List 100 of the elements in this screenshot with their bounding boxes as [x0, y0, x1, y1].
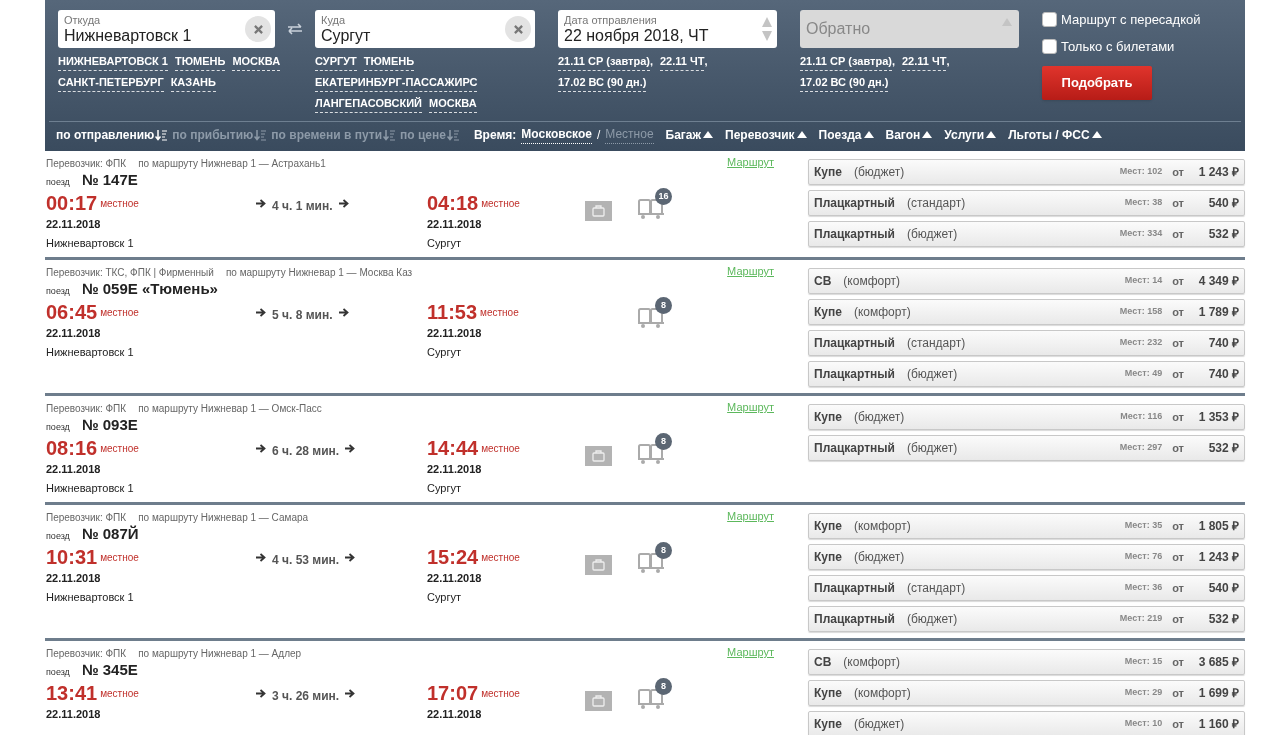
car-class: (бюджет) [906, 366, 959, 383]
carrier-text: Перевозчик: ТКС, ФПК | Фирменный [46, 266, 214, 280]
from-text: от [1172, 164, 1184, 180]
car-class: (стандарт) [906, 580, 967, 597]
tariff-card[interactable]: Купе (бюджет) Мест: 116 от 1 353 ₽ [808, 404, 1245, 430]
car-class: (бюджет) [906, 226, 959, 243]
tariff-card[interactable]: Купе (комфорт) Мест: 35 от 1 805 ₽ [808, 513, 1245, 539]
tariff-card[interactable]: Купе (бюджет) Мест: 102 от 1 243 ₽ [808, 159, 1245, 185]
swap-icon [287, 23, 303, 35]
text-field[interactable]: Откуда Нижневартовск 1 [58, 10, 275, 48]
seats-count: Мест: 334 [1119, 227, 1163, 241]
arrow-icon [256, 553, 266, 562]
tariff-card[interactable]: Купе (комфорт) Мест: 29 от 1 699 ₽ [808, 680, 1245, 706]
sort-icon [383, 128, 397, 141]
tariff-card[interactable]: СВ (комфорт) Мест: 14 от 4 349 ₽ [808, 268, 1245, 294]
route-text: по маршруту Нижневар 1 — Астрахань1 [138, 157, 326, 171]
car-type: Плацкартный [814, 611, 895, 628]
arrow-icon [256, 308, 266, 317]
suggestion-link[interactable]: 17.02 ВС (90 дн.) [800, 74, 889, 92]
price-text: 3 685 ₽ [1197, 654, 1239, 671]
suggestion-link[interactable]: МОСКВА [232, 53, 281, 71]
clear-button[interactable] [245, 16, 271, 42]
suggestion-link[interactable]: 21.11 СР (завтра) [800, 53, 892, 71]
duration-text: 4 ч. 1 мин. [272, 198, 333, 215]
seats-count: Мест: 297 [1119, 441, 1163, 455]
filter-dropdown[interactable]: Вагон [885, 125, 933, 144]
station-name: Нижневартовск 1 [46, 344, 135, 360]
from-text: от [1172, 654, 1184, 670]
sort-icon [155, 128, 169, 141]
price-text: 1 789 ₽ [1197, 304, 1239, 321]
arrow-icon [338, 199, 349, 208]
field-value: 22 ноября 2018, ЧТ [564, 27, 710, 44]
baggage-icon [585, 691, 612, 711]
suggestion-link[interactable]: 22.11 ЧТ [902, 53, 947, 71]
time-option[interactable]: Московское [521, 125, 592, 144]
suggestion-link[interactable]: 21.11 СР (завтра) [558, 53, 650, 71]
car-type: Плацкартный [814, 366, 895, 383]
car-class: (бюджет) [853, 716, 906, 733]
tariff-card[interactable]: Плацкартный (стандарт) Мест: 232 от 740 ₽ [808, 330, 1245, 356]
suggestion-link[interactable]: ЕКАТЕРИНБУРГ-ПАССАЖИРС [315, 74, 478, 92]
price-text: 740 ₽ [1207, 335, 1239, 352]
suggestion-link[interactable]: 17.02 ВС (90 дн.) [558, 74, 647, 92]
route-text: по маршруту Нижневар 1 — Адлер [138, 647, 302, 661]
tariff-card[interactable]: Плацкартный (стандарт) Мест: 38 от 540 ₽ [808, 190, 1245, 216]
tariff-card[interactable]: Плацкартный (бюджет) Мест: 49 от 740 ₽ [808, 361, 1245, 387]
seats-count: Мест: 76 [1124, 550, 1163, 564]
filter-dropdown[interactable]: Льготы / ФСС [1008, 125, 1102, 144]
tariff-card[interactable]: Плацкартный (бюджет) Мест: 334 от 532 ₽ [808, 221, 1245, 247]
tariff-card[interactable]: Купе (бюджет) Мест: 76 от 1 243 ₽ [808, 544, 1245, 570]
departure-time: 13:41 [46, 681, 98, 705]
suggestion-link[interactable]: КАЗАНЬ [170, 74, 216, 92]
suggestion-link[interactable]: НИЖНЕВАРТОВСК 1 [58, 53, 168, 71]
clear-button[interactable] [505, 16, 531, 42]
filter-dropdown[interactable]: Перевозчик [725, 125, 807, 144]
price-text: 540 ₽ [1207, 195, 1239, 212]
suggestion-link[interactable]: ТЮМЕНЬ [363, 53, 415, 71]
car-class: (стандарт) [906, 195, 967, 212]
caret-icon [703, 131, 714, 138]
spinner-icon [761, 16, 773, 42]
train-label: поезд [46, 175, 70, 189]
tariff-card[interactable]: Плацкартный (бюджет) Мест: 219 от 532 ₽ [808, 606, 1245, 632]
train-label: поезд [46, 529, 70, 543]
car-type: Плацкартный [814, 226, 895, 243]
field-label: Куда [321, 14, 347, 26]
suggestion-link[interactable]: ЛАНГЕПАСОВСКИЙ [315, 95, 422, 113]
tariff-card[interactable]: Купе (бюджет) Мест: 10 от 1 160 ₽ [808, 711, 1245, 735]
date-text: 22.11.2018 [427, 571, 483, 586]
tariff-card[interactable]: СВ (комфорт) Мест: 15 от 3 685 ₽ [808, 649, 1245, 675]
sort-option[interactable]: по отправлению [56, 125, 169, 144]
car-class: (бюджет) [906, 440, 959, 457]
filter-dropdown[interactable]: Багаж [665, 125, 714, 144]
seats-count: Мест: 29 [1124, 686, 1163, 700]
date-text: 22.11.2018 [46, 707, 102, 722]
field-label: Дата отправления [564, 14, 658, 26]
separator-text: , [946, 54, 950, 69]
filter-dropdown[interactable]: Поезда [818, 125, 874, 144]
price-text: 1 805 ₽ [1197, 518, 1239, 535]
text-field[interactable]: Куда Сургут [315, 10, 535, 48]
tariff-card[interactable]: Купе (комфорт) Мест: 158 от 1 789 ₽ [808, 299, 1245, 325]
suggestion-link[interactable]: ТЮМЕНЬ [174, 53, 226, 71]
sort-icon [446, 128, 460, 141]
tariff-card[interactable]: Плацкартный (стандарт) Мест: 36 от 540 ₽ [808, 575, 1245, 601]
from-text: от [1172, 366, 1184, 382]
suggestion-link[interactable]: 22.11 ЧТ [660, 53, 705, 71]
search-button[interactable]: Подобрать [1042, 66, 1152, 100]
checkbox[interactable] [1042, 38, 1057, 54]
car-type: Купе [814, 518, 842, 535]
text-field[interactable]: Дата отправления 22 ноября 2018, ЧТ [558, 10, 777, 48]
date-text: 22.11.2018 [427, 326, 483, 341]
suggestion-link[interactable]: МОСКВА [429, 95, 477, 113]
suggestion-link[interactable]: САНКТ-ПЕТЕРБУРГ [58, 74, 164, 92]
filter-dropdown[interactable]: Услуги [944, 125, 997, 144]
arrival-time: 15:24 [427, 545, 479, 569]
seats-count: Мест: 158 [1119, 305, 1163, 319]
suggestion-link[interactable]: СУРГУТ [315, 53, 357, 71]
from-text: от [1172, 580, 1184, 596]
seats-count: Мест: 10 [1124, 717, 1163, 731]
tariff-card[interactable]: Плацкартный (бюджет) Мест: 297 от 532 ₽ [808, 435, 1245, 461]
price-text: 532 ₽ [1207, 440, 1239, 457]
checkbox[interactable] [1042, 12, 1057, 28]
